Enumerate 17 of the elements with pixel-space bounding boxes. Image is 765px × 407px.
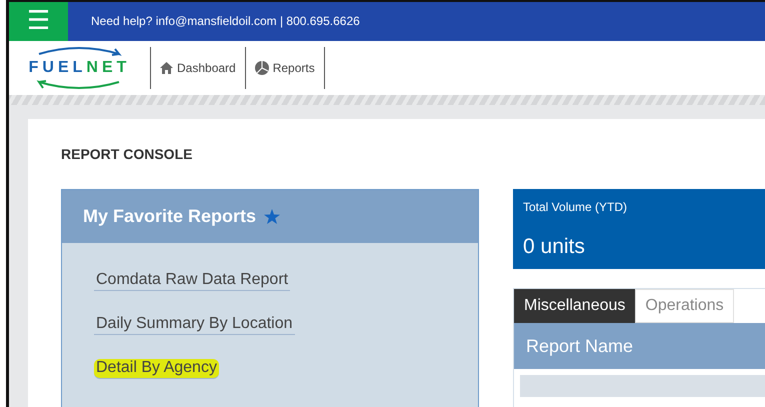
report-link[interactable]: Detail By Agency (94, 359, 219, 379)
home-icon (160, 62, 173, 74)
panel-title: My Favorite Reports (83, 206, 256, 227)
column-header: Report Name (526, 336, 634, 356)
logo[interactable]: FUEL NET (28, 59, 130, 77)
page-title: REPORT CONSOLE (61, 146, 194, 162)
tab[interactable]: Miscellaneous (514, 289, 636, 323)
star-icon (264, 209, 280, 224)
report-link[interactable]: Comdata Raw Data Report (94, 271, 290, 291)
tab[interactable]: Operations (635, 289, 734, 323)
volume-value: 0 units (523, 234, 586, 258)
nav-link[interactable]: Reports (244, 47, 325, 89)
volume-label: Total Volume (YTD) (523, 200, 628, 214)
report-link[interactable]: Daily Summary By Location (94, 315, 295, 335)
nav-link[interactable]: Dashboard (150, 47, 245, 89)
pie-chart-icon (254, 61, 269, 75)
help-text: Need help? info@mansfieldoil.com | 800.695.6626 (91, 13, 360, 30)
